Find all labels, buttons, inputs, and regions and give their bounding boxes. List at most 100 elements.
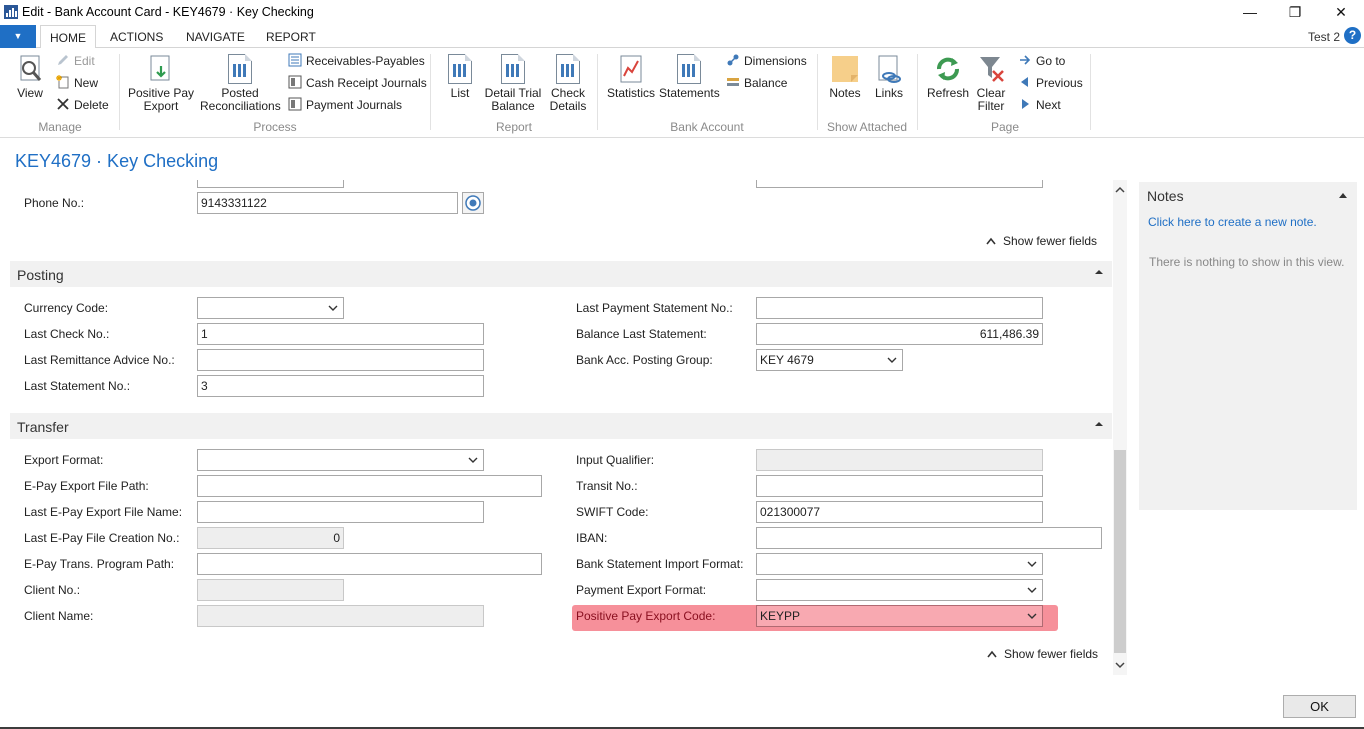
tab-actions[interactable]: ACTIONS — [110, 25, 163, 49]
notes-empty-message: There is nothing to show in this view. — [1149, 255, 1345, 269]
transfer-section-title: Transfer — [17, 419, 69, 435]
last-statement-no-field[interactable]: 3 — [197, 375, 484, 397]
currency-code-select[interactable] — [197, 297, 344, 319]
refresh-button[interactable]: Refresh — [926, 54, 970, 100]
refresh-label: Refresh — [926, 86, 970, 100]
statements-label: Statements — [659, 86, 720, 100]
previous-button[interactable]: Previous — [1018, 75, 1083, 91]
restore-button[interactable]: ❐ — [1285, 3, 1305, 21]
links-button[interactable]: Links — [872, 54, 906, 100]
ribbon-tabs: ▼ HOME ACTIONS NAVIGATE REPORT Test 2 ? — [0, 24, 1364, 49]
iban-field[interactable] — [756, 527, 1102, 549]
phone-call-icon[interactable] — [462, 192, 484, 214]
notes-button[interactable]: Notes — [826, 54, 864, 100]
group-bank-account-label: Bank Account — [670, 120, 744, 134]
close-button[interactable]: ✕ — [1331, 3, 1351, 21]
phone-no-field[interactable]: 9143331122 — [197, 192, 458, 214]
clipped-field-right[interactable] — [756, 180, 1043, 188]
statistics-button[interactable]: Statistics — [606, 54, 656, 100]
show-fewer-fields-transfer[interactable]: Show fewer fields — [987, 647, 1098, 661]
payment-export-format-select[interactable] — [756, 579, 1043, 601]
receivables-payables-button[interactable]: Receivables-Payables — [288, 53, 425, 69]
currency-code-label: Currency Code: — [24, 301, 109, 315]
transfer-section-header[interactable]: Transfer — [10, 413, 1112, 439]
show-fewer-fields-general[interactable]: Show fewer fields — [986, 234, 1097, 248]
clear-filter-button[interactable]: Clear Filter — [973, 54, 1009, 113]
bank-acc-posting-group-value: KEY 4679 — [760, 353, 814, 367]
balance-last-statement-field[interactable]: 611,486.39 — [756, 323, 1043, 345]
arrow-right-icon — [1020, 55, 1031, 65]
export-format-select[interactable] — [197, 449, 484, 471]
balance-button[interactable]: Balance — [726, 75, 787, 91]
group-report-label: Report — [495, 120, 533, 134]
dimensions-button[interactable]: Dimensions — [726, 53, 807, 69]
triangle-right-icon — [1022, 99, 1029, 109]
new-button[interactable]: New — [56, 75, 98, 91]
tab-navigate[interactable]: NAVIGATE — [186, 25, 245, 49]
pencil-icon — [58, 55, 68, 65]
chevron-up-icon — [986, 237, 996, 245]
epay-trans-program-path-field[interactable] — [197, 553, 542, 575]
last-epay-export-file-name-label: Last E-Pay Export File Name: — [24, 505, 183, 519]
clipped-field-left[interactable] — [197, 180, 344, 188]
clear-filter-icon — [980, 57, 1004, 82]
scrollbar-thumb[interactable] — [1114, 450, 1126, 653]
posted-reconciliations-button[interactable]: Posted Reconciliations — [200, 54, 281, 113]
input-qualifier-field — [756, 449, 1043, 471]
chevron-up-icon — [987, 650, 997, 658]
detail-trial-balance-button[interactable]: Detail Trial Balance — [483, 54, 543, 113]
statistics-chart-icon — [620, 55, 642, 83]
transit-no-label: Transit No.: — [576, 479, 638, 493]
app-menu-button[interactable]: ▼ — [0, 25, 36, 48]
help-icon[interactable]: ? — [1344, 27, 1361, 44]
ribbon-separator — [119, 54, 120, 130]
create-note-link[interactable]: Click here to create a new note. — [1148, 215, 1317, 229]
go-to-button[interactable]: Go to — [1018, 53, 1065, 69]
refresh-icon — [937, 57, 959, 81]
last-epay-file-creation-no-field: 0 — [197, 527, 344, 549]
bank-acc-posting-group-select[interactable]: KEY 4679 — [756, 349, 903, 371]
tab-home[interactable]: HOME — [40, 25, 96, 49]
client-no-label: Client No.: — [24, 583, 81, 597]
check-details-label-2: Details — [549, 99, 587, 113]
delete-button[interactable]: Delete — [56, 97, 109, 113]
edit-button[interactable]: Edit — [56, 53, 95, 69]
journal-icon — [288, 97, 302, 111]
check-details-button[interactable]: Check Details — [547, 54, 589, 113]
magnifier-document-icon — [20, 55, 42, 81]
cash-receipt-journals-label: Cash Receipt Journals — [306, 76, 427, 90]
cash-receipt-journals-button[interactable]: Cash Receipt Journals — [288, 75, 427, 91]
swift-code-field[interactable]: 021300077 — [756, 501, 1043, 523]
scroll-down-arrow-icon[interactable] — [1114, 659, 1126, 671]
show-fewer-fields-general-label: Show fewer fields — [1003, 234, 1098, 248]
statistics-label: Statistics — [606, 86, 655, 100]
epay-export-file-path-label: E-Pay Export File Path: — [24, 479, 149, 493]
transit-no-field[interactable] — [756, 475, 1043, 497]
positive-pay-export-button[interactable]: Positive Pay Export — [126, 54, 196, 113]
notes-panel: Notes Click here to create a new note. T… — [1139, 182, 1357, 510]
view-button[interactable]: View — [15, 54, 45, 100]
posting-section-header[interactable]: Posting — [10, 261, 1112, 287]
tab-report[interactable]: REPORT — [266, 25, 316, 49]
next-button[interactable]: Next — [1018, 97, 1061, 113]
epay-export-file-path-field[interactable] — [197, 475, 542, 497]
payment-journals-button[interactable]: Payment Journals — [288, 97, 402, 113]
last-check-no-field[interactable]: 1 — [197, 323, 484, 345]
last-epay-file-creation-no-label: Last E-Pay File Creation No.: — [24, 531, 180, 545]
next-label: Next — [1036, 98, 1061, 112]
list-button[interactable]: List — [445, 54, 475, 100]
ok-button[interactable]: OK — [1283, 695, 1356, 718]
scroll-up-arrow-icon[interactable] — [1114, 184, 1126, 196]
client-name-field — [197, 605, 484, 627]
minimize-button[interactable]: — — [1240, 3, 1260, 21]
balance-last-statement-label: Balance Last Statement: — [576, 327, 707, 341]
last-epay-export-file-name-field[interactable] — [197, 501, 484, 523]
bank-statement-import-format-select[interactable] — [756, 553, 1043, 575]
collapse-chevron-icon[interactable] — [1338, 191, 1348, 199]
link-document-icon — [878, 55, 901, 83]
last-remittance-advice-no-field[interactable] — [197, 349, 484, 371]
positive-pay-export-code-select[interactable]: KEYPP — [756, 605, 1043, 627]
statements-button[interactable]: Statements — [659, 54, 720, 100]
client-no-field — [197, 579, 344, 601]
last-payment-statement-no-field[interactable] — [756, 297, 1043, 319]
